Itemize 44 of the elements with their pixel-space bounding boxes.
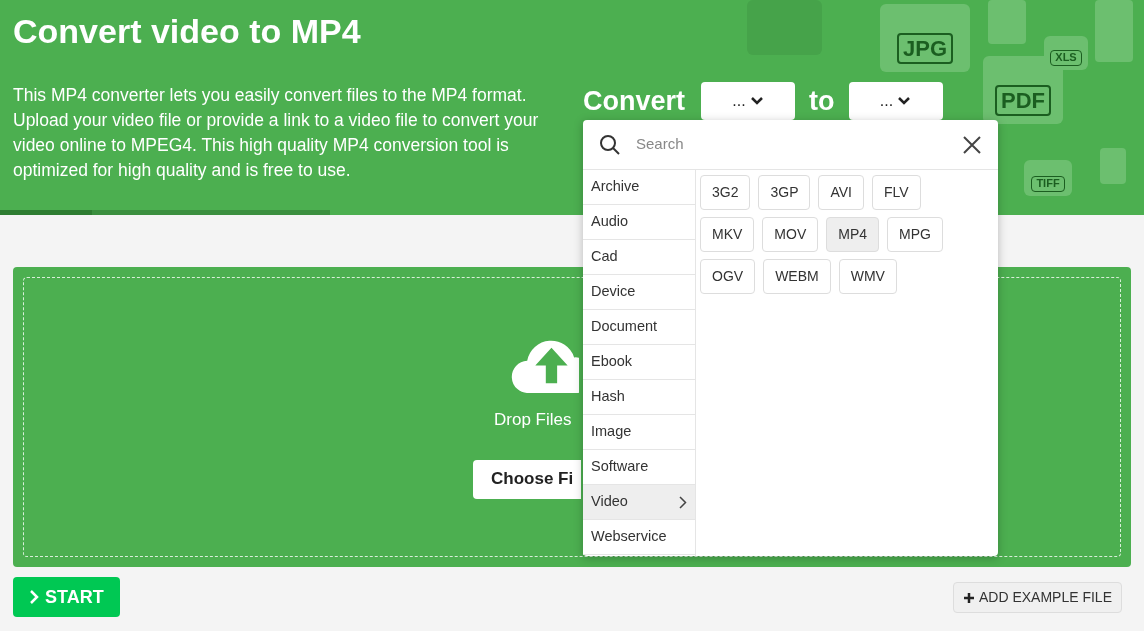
file-type-label: PDF — [995, 84, 1051, 116]
source-format-select[interactable]: ... — [701, 82, 795, 121]
chevron-right-icon — [29, 589, 39, 605]
format-option[interactable]: MPG — [887, 217, 943, 252]
format-option[interactable]: WMV — [838, 259, 897, 294]
category-item[interactable]: Device — [583, 275, 695, 310]
format-option[interactable]: 3G2 — [700, 175, 751, 210]
chevron-down-icon — [897, 96, 912, 107]
page-description: This MP4 converter lets you easily convert files to the MP4 format. Upload your video file or provide a link to a video file to convert your video online to MPEG4. This high quality MP4 conversion tool is optimized for high quality and is free to use. — [13, 84, 540, 182]
category-item[interactable]: Ebook — [583, 345, 695, 380]
to-label: to — [809, 85, 835, 118]
drop-files-text: Drop Files — [494, 409, 572, 431]
chevron-right-icon — [679, 495, 687, 509]
category-item[interactable]: Hash — [583, 380, 695, 415]
search-field[interactable]: Search — [636, 133, 962, 156]
search-icon — [599, 133, 621, 156]
plus-icon — [962, 591, 975, 604]
category-item[interactable]: Archive — [583, 170, 695, 205]
add-example-file-button[interactable]: ADD EXAMPLE FILE — [952, 582, 1122, 613]
format-option[interactable]: MP4 — [826, 217, 880, 252]
format-option[interactable]: MOV — [762, 217, 819, 252]
format-option[interactable]: 3GP — [758, 175, 811, 210]
file-type-label: XLS — [1050, 50, 1082, 66]
cloud-upload-icon — [511, 338, 579, 393]
choose-files-button[interactable]: Choose Fi — [473, 459, 581, 499]
format-option[interactable]: WEBM — [763, 259, 831, 294]
category-item[interactable]: Video — [583, 485, 695, 520]
category-item[interactable]: Image — [583, 415, 695, 450]
category-item[interactable]: Cad — [583, 240, 695, 275]
format-option[interactable]: AVI — [818, 175, 864, 210]
category-item[interactable]: Document — [583, 310, 695, 345]
file-type-label: JPG — [897, 32, 953, 64]
format-option[interactable]: OGV — [700, 259, 756, 294]
chevron-down-icon — [749, 96, 764, 107]
convert-label: Convert — [583, 85, 685, 118]
format-option[interactable]: FLV — [872, 175, 921, 210]
target-format-select[interactable]: ... — [848, 82, 943, 121]
file-type-label: TIFF — [1031, 176, 1065, 192]
category-item[interactable]: Audio — [583, 205, 695, 240]
category-item[interactable]: Webservice — [583, 520, 695, 555]
close-icon[interactable] — [962, 134, 982, 155]
category-item[interactable]: Software — [583, 450, 695, 485]
page-title: Convert video to MP4 — [13, 11, 361, 52]
format-option[interactable]: MKV — [700, 217, 755, 252]
